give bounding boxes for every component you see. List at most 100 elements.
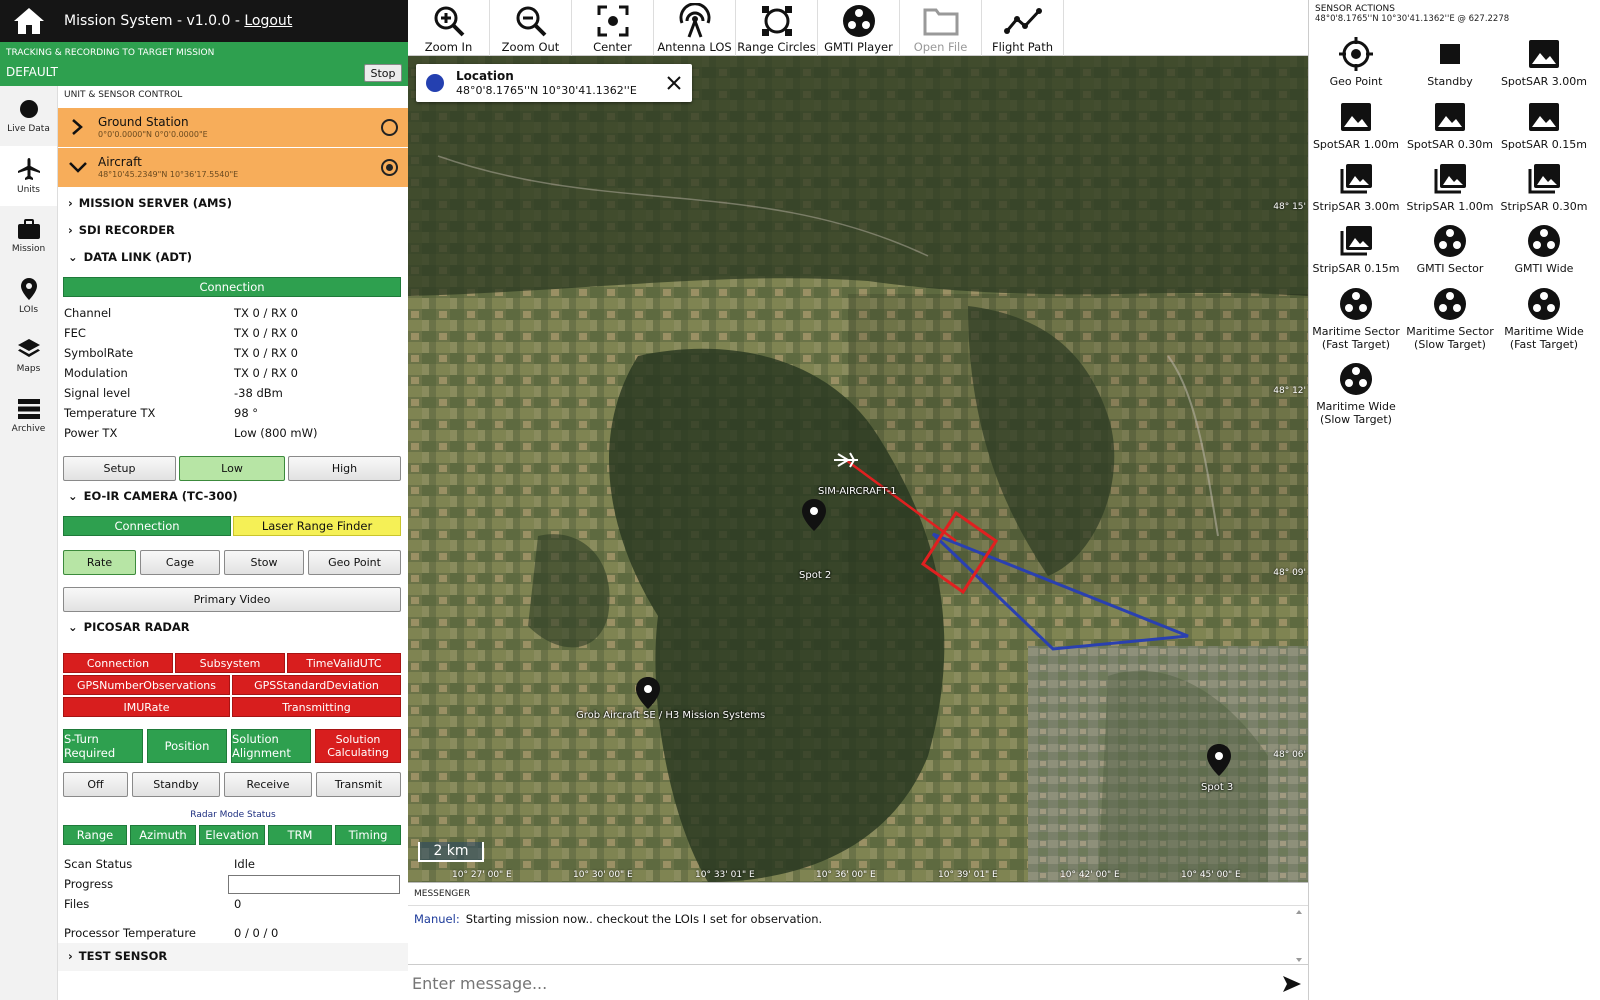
action-gmti-wide[interactable]: GMTI Wide: [1497, 224, 1591, 275]
power-low-button[interactable]: Low: [179, 456, 285, 481]
section-header-picosar[interactable]: ⌄ PICOSAR RADAR: [68, 620, 190, 634]
images-icon: [1340, 226, 1372, 256]
nav-status-solution-calculating: Solution Calculating: [315, 729, 401, 763]
stop-button[interactable]: Stop: [364, 64, 402, 82]
section-header-mission-server[interactable]: › MISSION SERVER (AMS): [68, 196, 232, 210]
action-standby[interactable]: Standby: [1403, 37, 1497, 88]
tool-label: Zoom Out: [501, 40, 560, 54]
message-list[interactable]: Manuel: Starting mission now.. checkout t…: [408, 905, 1308, 965]
kv-value: 0: [234, 897, 242, 911]
map-scale: 2 km: [418, 842, 484, 862]
action-stripsar-1m[interactable]: StripSAR 1.00m: [1403, 162, 1497, 213]
nav-item-archive[interactable]: Archive: [0, 386, 57, 446]
message-scrollbar[interactable]: [1294, 908, 1304, 964]
kv-value: TX 0 / RX 0: [234, 326, 298, 340]
sensor-actions-coord: 48°0'8.1765''N 10°30'41.1362''E @ 627.22…: [1315, 14, 1510, 24]
map-view[interactable]: Location 48°0'8.1765''N 10°30'41.1362''E…: [408, 56, 1308, 882]
tool-label: Range Circles: [737, 40, 816, 54]
layers-icon: [17, 339, 40, 357]
gmti-player-icon: [842, 5, 875, 37]
logout-link[interactable]: Logout: [244, 13, 292, 29]
action-label: Geo Point: [1329, 75, 1383, 88]
nav-item-mission[interactable]: Mission: [0, 206, 57, 266]
flight-path-button[interactable]: Flight Path: [982, 0, 1064, 56]
nav-item-units[interactable]: Units: [0, 146, 57, 206]
action-label: Maritime Sector (Fast Target): [1312, 325, 1400, 351]
kv-key: Power TX: [64, 426, 118, 440]
lon-label: 10° 27' 00" E: [452, 870, 512, 880]
tool-label: Open File: [913, 40, 968, 54]
power-setup-button[interactable]: Setup: [63, 456, 176, 481]
message-input[interactable]: [412, 969, 1272, 997]
nav-status-position: Position: [147, 729, 227, 763]
messenger-title: MESSENGER: [414, 889, 471, 899]
section-title: SDI RECORDER: [78, 223, 175, 237]
nav-status-solution-alignment: Solution Alignment: [231, 729, 311, 763]
section-header-test-sensor[interactable]: › TEST SENSOR: [68, 949, 167, 963]
center-button[interactable]: Center: [572, 0, 654, 56]
image-icon: [1435, 103, 1465, 131]
scan-progress-bar: [228, 875, 400, 894]
lon-label: 10° 39' 01" E: [938, 870, 998, 880]
nav-item-live-data[interactable]: Live Data: [0, 86, 57, 146]
eoir-cage-button[interactable]: Cage: [140, 550, 220, 575]
radar-transmit-button[interactable]: Transmit: [316, 772, 401, 797]
unit-row-aircraft[interactable]: Aircraft 48°10'45.2349"N 10°36'17.5540"E: [58, 148, 408, 187]
action-stripsar-3m[interactable]: StripSAR 3.00m: [1309, 162, 1403, 213]
send-icon[interactable]: [1282, 975, 1302, 993]
eoir-rate-button[interactable]: Rate: [63, 550, 136, 575]
location-dot-icon: [426, 74, 444, 92]
section-header-data-link[interactable]: ⌄ DATA LINK (ADT): [68, 250, 192, 264]
zoom-in-button[interactable]: Zoom In: [408, 0, 490, 56]
nav-item-maps[interactable]: Maps: [0, 326, 57, 386]
processor-temp-row: Processor Temperature 0 / 0 / 0: [64, 923, 404, 943]
kv-value: 98 °: [234, 406, 259, 420]
radar-receive-button[interactable]: Receive: [224, 772, 312, 797]
action-gmti-sector[interactable]: GMTI Sector: [1403, 224, 1497, 275]
mode-status-azimuth: Azimuth: [130, 825, 196, 845]
action-maritime-wide-fast[interactable]: Maritime Wide (Fast Target): [1497, 287, 1591, 351]
nav-item-label: LOIs: [18, 305, 39, 315]
open-file-button[interactable]: Open File: [900, 0, 982, 56]
eoir-geo-point-button[interactable]: Geo Point: [308, 550, 401, 575]
caret-right-icon: ›: [68, 949, 73, 963]
unit-select-radio[interactable]: [381, 159, 398, 176]
action-maritime-sector-fast[interactable]: Maritime Sector (Fast Target): [1309, 287, 1403, 351]
unit-row-ground-station[interactable]: Ground Station 0°0'0.0000"N 0°0'0.0000"E: [58, 108, 408, 147]
action-spotsar-030m[interactable]: SpotSAR 0.30m: [1403, 100, 1497, 151]
unit-select-radio[interactable]: [381, 119, 398, 136]
power-high-button[interactable]: High: [288, 456, 401, 481]
eoir-stow-button[interactable]: Stow: [224, 550, 304, 575]
picosar-status-subsystem: Subsystem: [175, 653, 285, 673]
home-icon[interactable]: [0, 0, 58, 42]
zoom-out-button[interactable]: Zoom Out: [490, 0, 572, 56]
section-header-sdi-recorder[interactable]: › SDI RECORDER: [68, 223, 175, 237]
radar-dots-icon: [1434, 225, 1466, 257]
action-stripsar-015m[interactable]: StripSAR 0.15m: [1309, 224, 1403, 275]
action-geo-point[interactable]: Geo Point: [1309, 37, 1403, 88]
radar-off-button[interactable]: Off: [63, 772, 128, 797]
action-label: StripSAR 0.30m: [1500, 200, 1588, 213]
nav-item-lois[interactable]: LOIs: [0, 266, 57, 326]
action-maritime-sector-slow[interactable]: Maritime Sector (Slow Target): [1403, 287, 1497, 351]
unit-name: Ground Station: [98, 115, 189, 129]
antenna-los-button[interactable]: Antenna LOS: [654, 0, 736, 56]
action-spotsar-3m[interactable]: SpotSAR 3.00m: [1497, 37, 1591, 88]
range-circles-button[interactable]: Range Circles: [736, 0, 818, 56]
section-header-eoir[interactable]: ⌄ EO-IR CAMERA (TC-300): [68, 489, 238, 503]
radar-standby-button[interactable]: Standby: [132, 772, 220, 797]
caret-right-icon: ›: [68, 196, 73, 210]
close-icon[interactable]: [662, 71, 686, 95]
action-spotsar-1m[interactable]: SpotSAR 1.00m: [1309, 100, 1403, 151]
messenger-panel: MESSENGER Manuel: Starting mission now.. …: [408, 882, 1308, 1000]
action-stripsar-030m[interactable]: StripSAR 0.30m: [1497, 162, 1591, 213]
kv-value: Idle: [234, 857, 255, 871]
unit-sensor-section-label: UNIT & SENSOR CONTROL: [64, 90, 183, 100]
action-spotsar-015m[interactable]: SpotSAR 0.15m: [1497, 100, 1591, 151]
tracking-banner: TRACKING & RECORDING TO TARGET MISSION D…: [0, 42, 408, 86]
action-maritime-wide-slow[interactable]: Maritime Wide (Slow Target): [1309, 362, 1403, 426]
primary-video-button[interactable]: Primary Video: [63, 587, 401, 612]
mode-status-trm: TRM: [268, 825, 332, 845]
gmti-player-button[interactable]: GMTI Player: [818, 0, 900, 56]
folder-icon: [923, 8, 958, 36]
